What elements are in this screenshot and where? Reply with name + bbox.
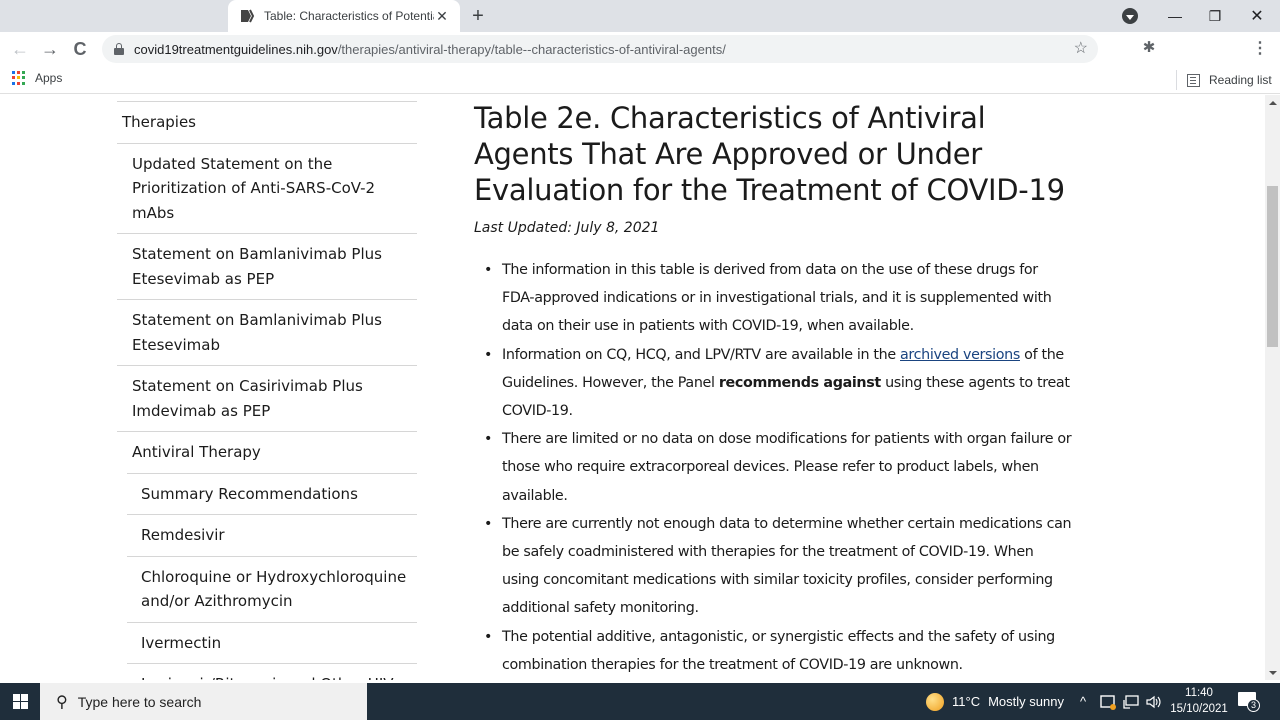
lock-icon xyxy=(114,43,124,55)
windows-logo-icon xyxy=(12,694,28,709)
reading-list-icon xyxy=(1187,73,1200,87)
sidebar-item-lopinavir[interactable]: Lopinavir/Ritonavir and Other HIV xyxy=(127,663,417,680)
system-clock[interactable]: 11:40 15/10/2021 xyxy=(1168,685,1230,717)
sidebar-nav: Therapies Updated Statement on the Prior… xyxy=(117,101,417,680)
page-favicon-icon xyxy=(240,8,256,24)
last-updated: Last Updated: July 8, 2021 xyxy=(474,220,660,236)
sidebar-item-bamlanivimab[interactable]: Statement on Bamlanivimab Plus Etesevima… xyxy=(117,299,417,365)
browser-menu-icon[interactable]: ⋮ xyxy=(1252,38,1268,57)
reading-list-label: Reading list xyxy=(1209,73,1272,87)
sidebar-item-therapies[interactable]: Therapies xyxy=(117,101,417,143)
apps-label: Apps xyxy=(35,71,63,85)
page-scrollbar[interactable] xyxy=(1265,95,1280,680)
taskbar-search-box[interactable]: ⚲ Type here to search xyxy=(40,683,367,720)
reading-list-button[interactable]: Reading list xyxy=(1176,70,1272,90)
list-item: Information on CQ, HCQ, and LPV/RTV are … xyxy=(484,341,1074,426)
url-path: /therapies/antiviral-therapy/table--char… xyxy=(337,41,726,57)
page-title: Table 2e. Characteristics of Antiviral A… xyxy=(474,101,1065,207)
bookmark-star-icon[interactable]: ☆ xyxy=(1074,38,1088,58)
restore-button[interactable]: ❐ xyxy=(1192,0,1238,32)
tab-close-icon[interactable]: ✕ xyxy=(434,8,450,25)
clock-date: 15/10/2021 xyxy=(1170,703,1228,715)
list-item: There are limited or no data on dose mod… xyxy=(484,425,1074,510)
bookmarks-bar: Apps Reading list xyxy=(0,66,1280,94)
list-text: Information on CQ, HCQ, and LPV/RTV are … xyxy=(502,346,901,363)
scroll-thumb[interactable] xyxy=(1267,186,1278,347)
search-placeholder: Type here to search xyxy=(77,693,202,710)
weather-temp: 11°C xyxy=(952,694,981,709)
list-item: There are currently not enough data to d… xyxy=(484,510,1074,623)
apps-grid-icon xyxy=(12,71,26,85)
weather-condition: Mostly sunny xyxy=(988,694,1064,709)
reload-button[interactable]: C xyxy=(68,37,92,61)
list-item: The potential additive, antagonistic, or… xyxy=(484,623,1074,679)
apps-shortcut[interactable]: Apps xyxy=(12,71,62,85)
notification-count: 3 xyxy=(1247,699,1260,712)
weather-sun-icon xyxy=(926,692,944,711)
back-button[interactable]: ← xyxy=(8,37,32,61)
web-page: Therapies Updated Statement on the Prior… xyxy=(0,95,1265,680)
windows-taskbar: ⚲ Type here to search 11°C Mostly sunny … xyxy=(0,683,1280,720)
list-item: The information in this table is derived… xyxy=(484,256,1074,341)
sidebar-item-updated-statement-mabs[interactable]: Updated Statement on the Prioritization … xyxy=(117,142,417,234)
scroll-up-arrow-icon[interactable] xyxy=(1265,95,1280,110)
browser-toolbar: ← → C covid19treatmentguidelines.nih.gov… xyxy=(0,32,1280,66)
sidebar-item-antiviral-therapy[interactable]: Antiviral Therapy xyxy=(117,431,417,473)
sidebar-item-ivermectin[interactable]: Ivermectin xyxy=(127,621,417,664)
url-text[interactable]: covid19treatmentguidelines.nih.gov/thera… xyxy=(134,42,726,57)
sidebar-item-casirivimab-pep[interactable]: Statement on Casirivimab Plus Imdevimab … xyxy=(117,365,417,431)
search-icon: ⚲ xyxy=(56,693,68,711)
notes-list: The information in this table is derived… xyxy=(474,256,1074,679)
tray-overflow-chevron[interactable]: ^ xyxy=(1080,683,1086,720)
security-tray-icon[interactable] xyxy=(1100,683,1116,720)
new-tab-button[interactable]: + xyxy=(466,4,490,28)
notification-center-button[interactable]: 3 xyxy=(1238,692,1260,712)
sidebar-item-remdesivir[interactable]: Remdesivir xyxy=(127,514,417,556)
address-bar[interactable]: covid19treatmentguidelines.nih.gov/thera… xyxy=(102,35,1098,63)
tab-title: Table: Characteristics of Potential xyxy=(264,9,434,23)
close-window-button[interactable]: ✕ xyxy=(1234,0,1280,32)
forward-button[interactable]: → xyxy=(38,37,62,61)
sidebar-item-bamlanivimab-pep[interactable]: Statement on Bamlanivimab Plus Etesevima… xyxy=(117,233,417,299)
recommends-against-text: recommends against xyxy=(718,374,881,391)
url-domain: covid19treatmentguidelines.nih.gov xyxy=(134,41,338,57)
tab-search-icon[interactable] xyxy=(1122,8,1138,24)
main-content: Table 2e. Characteristics of Antiviral A… xyxy=(474,95,1074,679)
volume-icon[interactable] xyxy=(1145,683,1161,720)
sidebar-item-summary-recommendations[interactable]: Summary Recommendations xyxy=(127,472,417,515)
weather-widget[interactable]: 11°C Mostly sunny xyxy=(926,683,1064,720)
sidebar-item-chloroquine[interactable]: Chloroquine or Hydroxychloroquine and/or… xyxy=(127,555,417,622)
scroll-down-arrow-icon[interactable] xyxy=(1265,665,1280,680)
tab-strip: Table: Characteristics of Potential ✕ + … xyxy=(0,0,1280,32)
extensions-puzzle-icon[interactable]: ✱ xyxy=(1140,38,1158,56)
network-icon[interactable] xyxy=(1123,683,1139,720)
browser-tab-active[interactable]: Table: Characteristics of Potential ✕ xyxy=(228,0,460,32)
start-button[interactable] xyxy=(0,683,40,720)
clock-time: 11:40 xyxy=(1185,687,1213,699)
archived-versions-link[interactable]: archived versions xyxy=(900,347,1020,363)
